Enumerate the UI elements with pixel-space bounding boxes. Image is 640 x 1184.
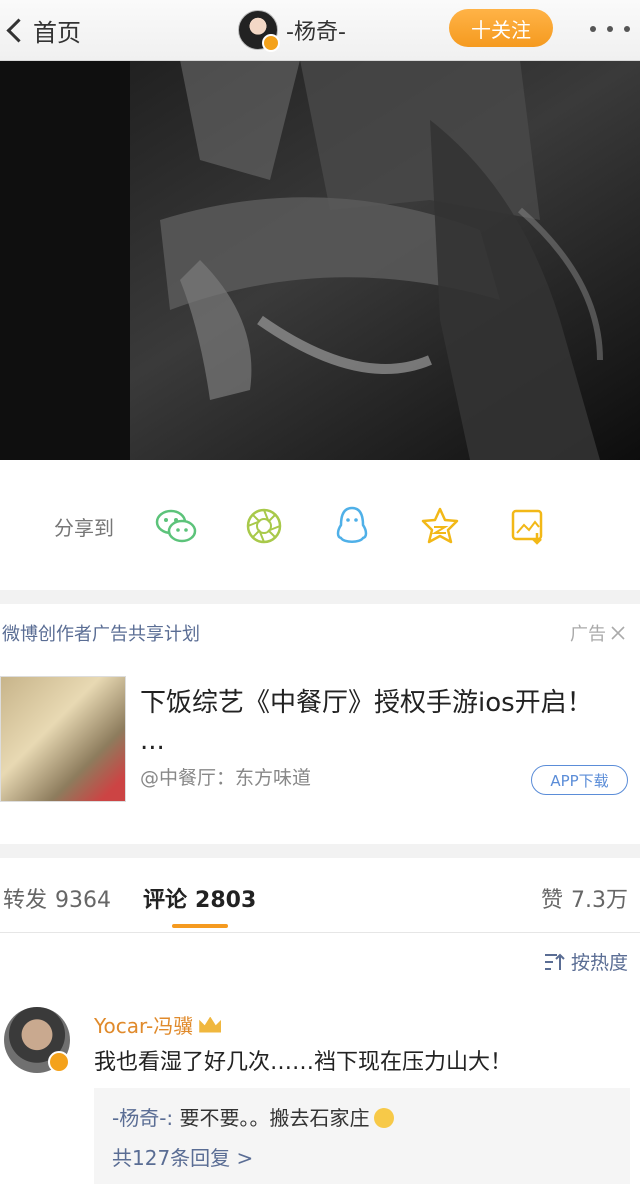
tab-comment[interactable]: 评论 2803 bbox=[143, 882, 256, 914]
tab-repost-label: 转发 bbox=[3, 888, 48, 913]
commenter-name-text: Yocar-冯骥 bbox=[94, 1014, 194, 1038]
reply-user[interactable]: -杨奇-: bbox=[112, 1106, 173, 1130]
verified-badge-icon bbox=[262, 34, 280, 52]
commenter-name[interactable]: Yocar-冯骥 bbox=[94, 1010, 222, 1039]
commenter-avatar[interactable] bbox=[4, 1007, 70, 1073]
reply-preview[interactable]: -杨奇-: 要不要。。搬去石家庄 共127条回复 > bbox=[94, 1088, 630, 1184]
ad-header: 微博创作者广告共享计划 广告 bbox=[0, 618, 640, 648]
post-photo-graphic bbox=[0, 60, 640, 460]
tab-comment-label: 评论 bbox=[143, 888, 188, 913]
tab-repost-count: 9364 bbox=[55, 888, 112, 913]
avatar[interactable] bbox=[238, 10, 280, 52]
qzone-icon[interactable] bbox=[416, 502, 464, 550]
chevron-left-icon bbox=[6, 17, 31, 43]
close-icon bbox=[611, 626, 625, 640]
save-image-icon[interactable] bbox=[504, 502, 552, 550]
comment-text: 我也看湿了好几次……裆下现在压力山大！ bbox=[94, 1050, 513, 1075]
wechat-icon[interactable] bbox=[152, 502, 200, 550]
sort-by-hot-button[interactable]: 按热度 bbox=[543, 948, 628, 975]
ad-tag-label: 广告 bbox=[570, 624, 606, 645]
reply-text: 要不要。。搬去石家庄 bbox=[173, 1106, 370, 1130]
crown-icon bbox=[199, 1016, 222, 1033]
qq-icon[interactable] bbox=[328, 502, 376, 550]
interaction-tabs: 转发 9364 评论 2803 赞 7.3万 bbox=[0, 872, 640, 933]
top-nav-bar: 首页 -杨奇- 十关注 bbox=[0, 0, 640, 61]
more-options-icon[interactable] bbox=[590, 14, 630, 44]
emoji-icon bbox=[373, 1108, 394, 1128]
sort-label: 按热度 bbox=[570, 952, 628, 974]
tab-repost[interactable]: 转发 9364 bbox=[3, 882, 111, 914]
tab-like[interactable]: 赞 7.3万 bbox=[541, 882, 628, 914]
verified-badge-icon bbox=[48, 1051, 70, 1073]
ad-plan-label: 微博创作者广告共享计划 bbox=[2, 624, 200, 645]
post-image[interactable] bbox=[0, 60, 640, 460]
moments-icon[interactable] bbox=[240, 502, 288, 550]
tab-like-count: 7.3万 bbox=[571, 888, 628, 913]
view-replies-link[interactable]: 共127条回复 > bbox=[112, 1142, 253, 1171]
tab-like-label: 赞 bbox=[540, 888, 563, 913]
share-label: 分享到 bbox=[54, 515, 114, 540]
back-button[interactable]: 首页 bbox=[0, 8, 81, 52]
tab-comment-count: 2803 bbox=[195, 888, 257, 913]
back-label: 首页 bbox=[33, 18, 81, 47]
follow-button[interactable]: 十关注 bbox=[449, 9, 553, 47]
sort-icon bbox=[544, 953, 565, 970]
profile-header[interactable]: -杨奇- bbox=[238, 8, 346, 52]
ad-title[interactable]: 下饭综艺《中餐厅》授权手游ios开启！ ... bbox=[140, 684, 600, 760]
reply-line: -杨奇-: 要不要。。搬去石家庄 bbox=[112, 1102, 394, 1131]
ad-source: @中餐厅：东方味道 bbox=[140, 767, 312, 789]
active-tab-indicator bbox=[172, 924, 228, 928]
ad-thumbnail[interactable] bbox=[0, 676, 126, 802]
ad-close-button[interactable]: 广告 bbox=[570, 620, 626, 646]
section-divider bbox=[0, 590, 640, 604]
app-download-button[interactable]: APP下载 bbox=[531, 765, 628, 795]
section-divider bbox=[0, 844, 640, 858]
user-name: -杨奇- bbox=[286, 20, 346, 45]
share-bar: 分享到 bbox=[0, 488, 640, 564]
